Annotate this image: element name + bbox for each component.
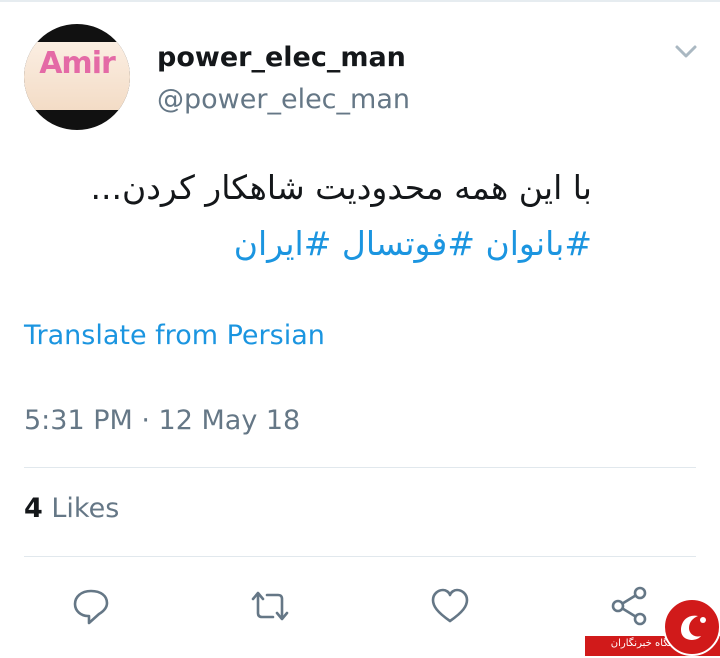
watermark: باشگاه خبرنگاران [585, 598, 720, 658]
likes-summary[interactable]: 4 Likes [24, 493, 119, 524]
watermark-logo-icon [663, 598, 720, 656]
top-divider [0, 0, 720, 2]
reply-icon[interactable] [70, 585, 112, 627]
avatar[interactable]: Amir [24, 24, 130, 130]
retweet-icon[interactable] [249, 585, 291, 627]
tweet-text: با این همه محدودیت شاهکار کردن... #بانوا… [91, 160, 593, 272]
likes-count: 4 [24, 493, 43, 524]
likes-label: Likes [51, 493, 120, 524]
hashtags[interactable]: #بانوان #فوتسال #ایران [91, 216, 592, 272]
translate-link[interactable]: Translate from Persian [24, 320, 325, 351]
divider [24, 467, 696, 468]
display-name[interactable]: power_elec_man [157, 42, 406, 73]
chevron-down-icon[interactable] [672, 40, 700, 64]
user-handle[interactable]: @power_elec_man [157, 84, 410, 115]
tweet-text-line: با این همه محدودیت شاهکار کردن... [90, 168, 593, 207]
divider [24, 556, 696, 557]
like-icon[interactable] [429, 585, 471, 627]
avatar-text: Amir [39, 46, 116, 81]
timestamp[interactable]: 5:31 PM · 12 May 18 [24, 405, 300, 436]
